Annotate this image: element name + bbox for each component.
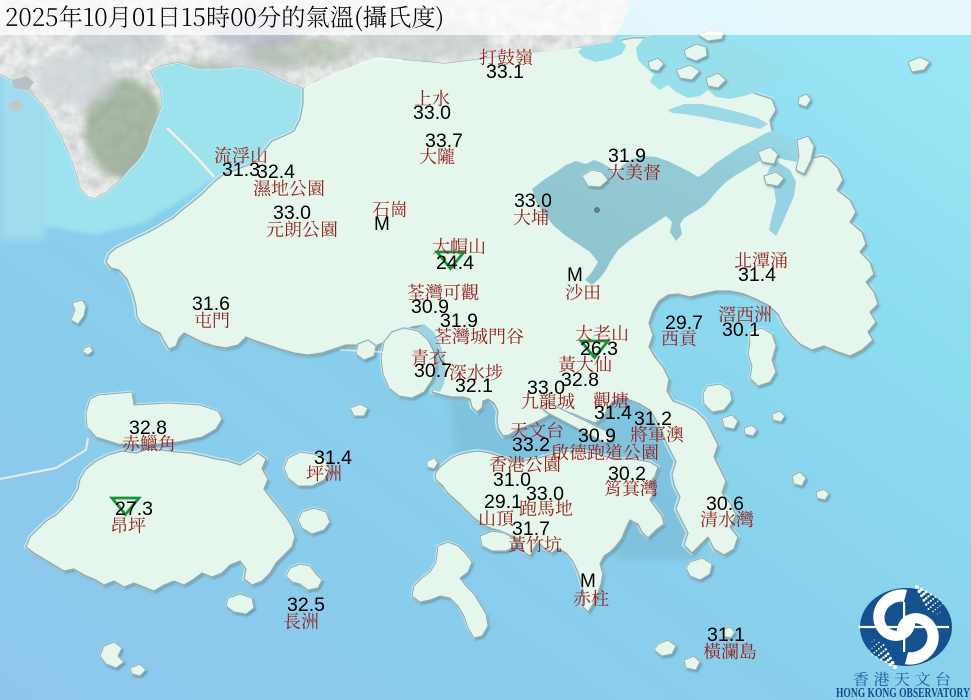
svg-text:31.4: 31.4 — [314, 447, 352, 469]
svg-text:33.0: 33.0 — [273, 202, 311, 224]
svg-text:24.4: 24.4 — [436, 252, 474, 274]
svg-text:30.2: 30.2 — [608, 463, 646, 485]
svg-text:M: M — [567, 265, 583, 286]
svg-text:32.1: 32.1 — [455, 375, 493, 397]
svg-text:31.1: 31.1 — [707, 624, 745, 646]
svg-text:30.1: 30.1 — [722, 319, 760, 341]
svg-text:33.0: 33.0 — [527, 377, 565, 399]
svg-text:33.0: 33.0 — [514, 190, 552, 212]
svg-text:32.8: 32.8 — [129, 417, 167, 439]
svg-text:33.2: 33.2 — [512, 434, 550, 456]
svg-text:31.6: 31.6 — [192, 293, 230, 315]
svg-text:33.1: 33.1 — [486, 61, 524, 83]
svg-text:32.5: 32.5 — [287, 594, 325, 616]
svg-text:29.7: 29.7 — [665, 312, 703, 334]
svg-text:M: M — [374, 214, 390, 235]
svg-text:30.9: 30.9 — [578, 425, 616, 447]
svg-text:32.8: 32.8 — [561, 369, 599, 391]
svg-text:31.4: 31.4 — [594, 402, 632, 424]
svg-text:30.7: 30.7 — [414, 360, 452, 382]
svg-text:31.9: 31.9 — [608, 145, 646, 167]
svg-text:33.0: 33.0 — [413, 102, 451, 124]
svg-text:33.0: 33.0 — [526, 483, 564, 505]
svg-text:30.6: 30.6 — [706, 493, 744, 515]
svg-text:HONG KONG OBSERVATORY: HONG KONG OBSERVATORY — [836, 686, 970, 700]
svg-text:31.2: 31.2 — [634, 408, 672, 430]
svg-text:32.4: 32.4 — [257, 161, 295, 183]
svg-text:M: M — [580, 571, 596, 592]
svg-text:31.4: 31.4 — [738, 264, 776, 286]
svg-text:31.7: 31.7 — [512, 518, 550, 540]
svg-text:29.1: 29.1 — [484, 491, 522, 513]
svg-text:26.3: 26.3 — [580, 338, 618, 360]
svg-text:27.3: 27.3 — [115, 498, 153, 520]
svg-text:33.7: 33.7 — [425, 130, 463, 152]
svg-text:31.3: 31.3 — [222, 159, 260, 181]
svg-text:31.9: 31.9 — [440, 310, 478, 332]
